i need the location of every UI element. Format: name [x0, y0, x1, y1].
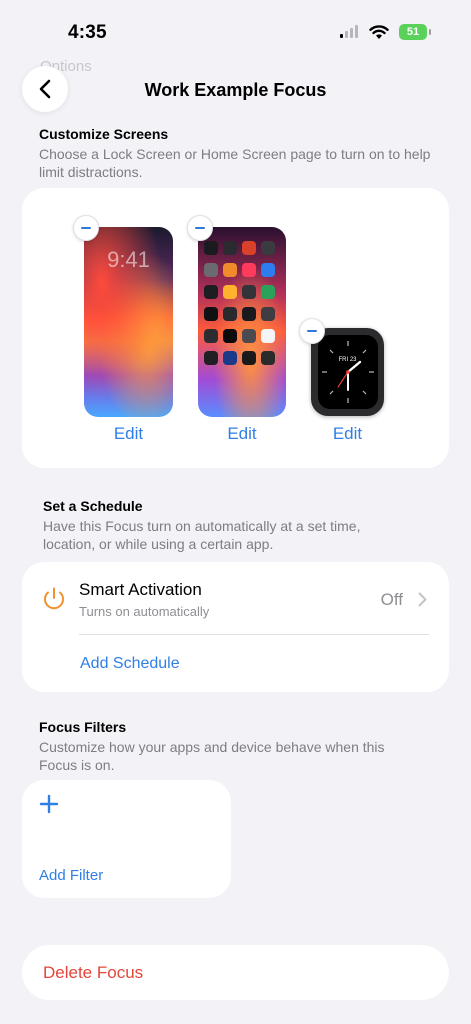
page-title: Work Example Focus	[144, 80, 327, 100]
lock-screen-time: 9:41	[107, 247, 150, 272]
app-icon	[204, 351, 218, 365]
plus-icon	[39, 794, 59, 814]
edit-lock-screen-link[interactable]: Edit	[84, 424, 173, 444]
status-time: 4:35	[68, 22, 107, 43]
app-icon	[204, 263, 218, 277]
home-screen-preview[interactable]	[198, 227, 286, 417]
edit-home-screen-link[interactable]: Edit	[198, 424, 286, 444]
smart-activation-row[interactable]: Smart Activation Turns on automatically …	[22, 562, 449, 634]
add-filter-tile[interactable]: Add Filter	[22, 780, 231, 898]
add-schedule-button[interactable]: Add Schedule	[80, 655, 180, 673]
app-icon	[261, 307, 275, 321]
delete-focus-button[interactable]: Delete Focus	[22, 945, 449, 1000]
app-icon	[204, 329, 218, 343]
app-icon	[223, 351, 237, 365]
app-icon	[261, 329, 275, 343]
app-icon	[223, 241, 237, 255]
schedule-description: Have this Focus turn on automatically at…	[43, 518, 361, 552]
watch-clock-icon	[321, 341, 374, 403]
app-icon	[204, 307, 218, 321]
customize-screens-description: Choose a Lock Screen or Home Screen page…	[39, 146, 431, 180]
remove-watch-face-button[interactable]	[299, 318, 325, 344]
remove-home-screen-button[interactable]	[187, 215, 213, 241]
smart-activation-subtitle: Turns on automatically	[79, 604, 210, 619]
remove-lock-screen-button[interactable]	[73, 215, 99, 241]
battery-level: 51	[406, 26, 420, 38]
delete-focus-label: Delete Focus	[43, 963, 144, 982]
app-icon	[223, 329, 237, 343]
cellular-signal-icon	[340, 25, 358, 38]
minus-icon	[195, 227, 205, 229]
smart-activation-label: Smart Activation	[79, 580, 202, 599]
minus-icon	[307, 330, 317, 332]
app-icon	[223, 263, 237, 277]
smart-activation-value: Off	[380, 590, 403, 609]
focus-filters-title: Focus Filters	[39, 719, 127, 735]
battery-icon: 51	[399, 24, 431, 40]
watch-face: FRI 23	[317, 335, 378, 409]
watch-face-preview[interactable]: FRI 23	[311, 328, 384, 416]
wifi-icon	[369, 24, 389, 39]
app-icon	[261, 285, 275, 299]
customize-screens-title: Customize Screens	[39, 126, 169, 142]
app-icon	[261, 351, 275, 365]
schedule-divider	[79, 634, 429, 635]
app-icon-grid	[204, 241, 282, 365]
app-icon	[223, 307, 237, 321]
app-icon	[242, 285, 256, 299]
app-icon	[242, 329, 256, 343]
edit-watch-face-link[interactable]: Edit	[311, 424, 384, 444]
lock-screen-preview[interactable]: 9:41	[84, 227, 173, 417]
app-icon	[242, 263, 256, 277]
status-icons: 51	[339, 24, 431, 40]
minus-icon	[81, 227, 91, 229]
app-icon	[242, 241, 256, 255]
chevron-right-icon	[418, 592, 427, 607]
app-icon	[242, 351, 256, 365]
app-icon	[223, 285, 237, 299]
app-icon	[261, 241, 275, 255]
app-icon	[204, 241, 218, 255]
add-filter-label: Add Filter	[39, 867, 104, 884]
power-icon	[44, 587, 64, 610]
focus-filters-description: Customize how your apps and device behav…	[39, 739, 385, 773]
app-icon	[204, 285, 218, 299]
app-icon	[242, 307, 256, 321]
app-icon	[261, 263, 275, 277]
watch-date: FRI 23	[338, 357, 357, 363]
schedule-title: Set a Schedule	[43, 498, 143, 514]
